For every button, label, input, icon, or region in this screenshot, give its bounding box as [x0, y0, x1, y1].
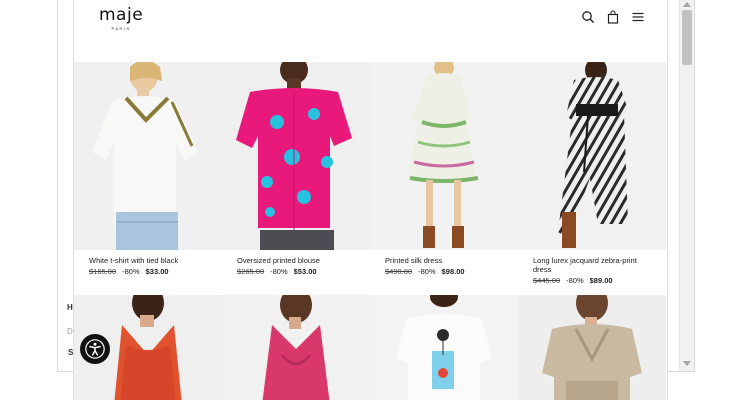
product-prices: $445.00 -80% $89.00	[533, 276, 666, 285]
search-icon[interactable]	[581, 10, 595, 24]
product-caption: Printed silk dress $490.00 -80% $98.00	[370, 250, 518, 276]
original-price: $265.00	[237, 267, 265, 276]
product-popup-window: maje PARIS White t-shirt with tied black…	[73, 0, 668, 400]
product-image[interactable]	[370, 295, 518, 400]
scrollbar-thumb[interactable]	[682, 10, 692, 65]
original-price: $165.00	[89, 267, 117, 276]
original-price: $445.00	[533, 276, 561, 285]
accessibility-icon	[85, 339, 105, 359]
product-caption: White t-shirt with tied black $165.00 -80…	[74, 250, 222, 276]
screen: H D S maje PARIS White t-shirt with tied…	[0, 0, 750, 400]
product-image[interactable]	[222, 62, 370, 250]
sale-price: $33.00	[145, 267, 169, 276]
logo-text: maje	[99, 5, 144, 25]
sale-price: $98.00	[441, 267, 465, 276]
scroll-down-arrow-icon[interactable]	[683, 361, 691, 366]
product-card[interactable]: Printed silk dress $490.00 -80% $98.00	[370, 62, 518, 276]
original-price: $490.00	[385, 267, 413, 276]
product-image[interactable]	[74, 62, 222, 250]
discount-badge: -80%	[566, 276, 584, 285]
product-card[interactable]: Oversized printed blouse $265.00 -80% $53.…	[222, 62, 370, 276]
popup-scrollbar[interactable]	[667, 0, 668, 400]
product-name[interactable]: Printed silk dress	[385, 256, 518, 265]
product-image[interactable]	[518, 62, 666, 250]
background-page-edge-right	[694, 0, 695, 372]
product-image[interactable]	[518, 295, 666, 400]
product-name[interactable]: Long lurex jacquard zebra-print dress	[533, 256, 653, 274]
product-card[interactable]: White t-shirt with tied black $165.00 -80…	[74, 62, 222, 276]
product-name[interactable]: White t-shirt with tied black	[89, 256, 222, 265]
page-scrollbar[interactable]	[679, 0, 694, 371]
product-card[interactable]	[370, 295, 518, 400]
header-icons	[581, 10, 645, 24]
background-page-edge-left	[57, 0, 58, 372]
product-prices: $165.00 -80% $33.00	[89, 267, 222, 276]
discount-badge: -80%	[122, 267, 140, 276]
discount-badge: -80%	[418, 267, 436, 276]
logo-subtext: PARIS	[111, 26, 131, 31]
sale-price: $53.00	[293, 267, 317, 276]
accessibility-button[interactable]	[80, 334, 110, 364]
product-card[interactable]	[518, 295, 666, 400]
brand-logo[interactable]: maje PARIS	[99, 5, 143, 31]
product-image[interactable]	[222, 295, 370, 400]
discount-badge: -80%	[270, 267, 288, 276]
site-header: maje PARIS	[74, 0, 667, 62]
product-prices: $265.00 -80% $53.00	[237, 267, 370, 276]
product-prices: $490.00 -80% $98.00	[385, 267, 518, 276]
background-text-fragment: D	[67, 327, 73, 336]
hamburger-menu-icon[interactable]	[631, 10, 645, 24]
product-card[interactable]: Long lurex jacquard zebra-print dress $4…	[518, 62, 666, 285]
shopping-bag-icon[interactable]	[606, 10, 620, 24]
product-name[interactable]: Oversized printed blouse	[237, 256, 370, 265]
product-image[interactable]	[370, 62, 518, 250]
product-card[interactable]	[222, 295, 370, 400]
sale-price: $89.00	[589, 276, 613, 285]
scroll-up-arrow-icon[interactable]	[683, 2, 691, 7]
product-caption: Long lurex jacquard zebra-print dress $4…	[518, 250, 666, 285]
product-caption: Oversized printed blouse $265.00 -80% $53.…	[222, 250, 370, 276]
background-text-fragment: H	[67, 303, 73, 312]
